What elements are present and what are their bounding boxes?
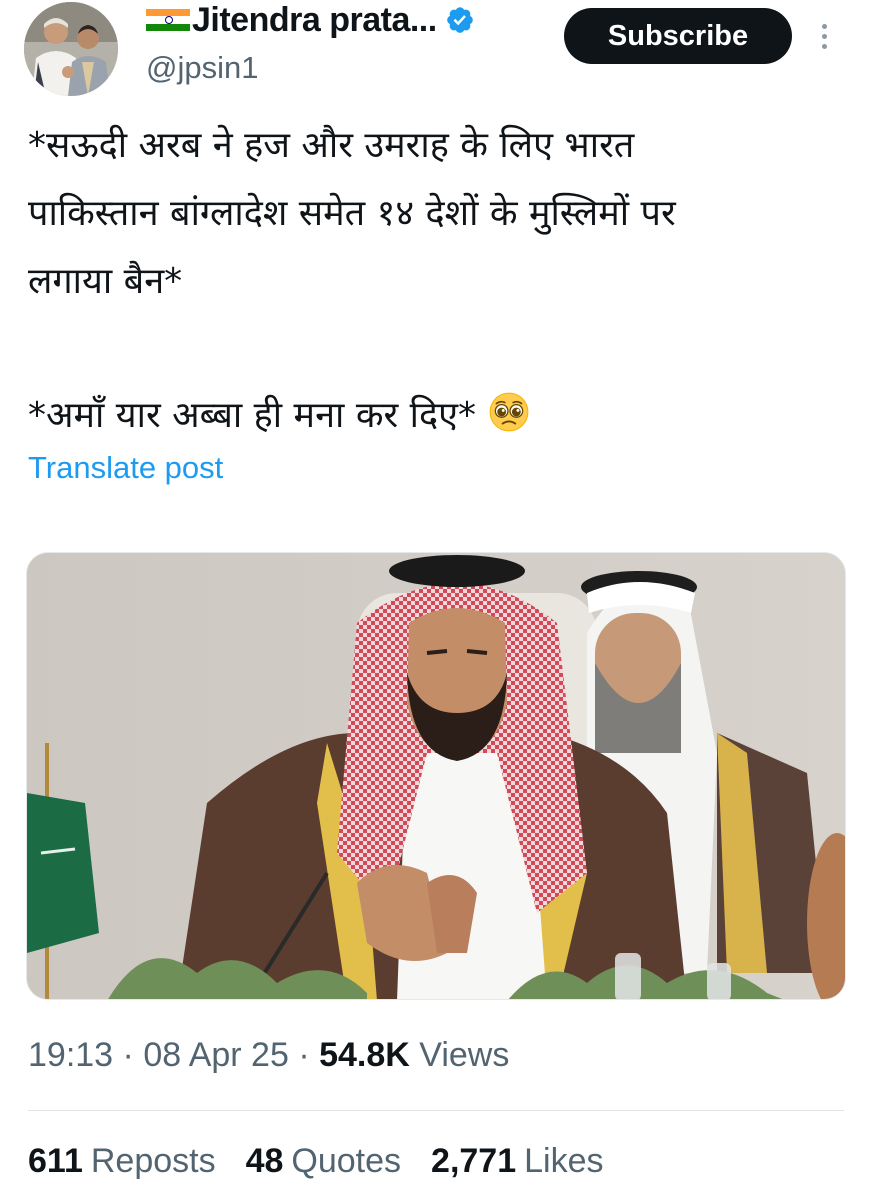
more-options-icon[interactable]	[812, 16, 836, 56]
photo-image	[27, 553, 845, 999]
reposts-count: 611	[28, 1142, 83, 1180]
likes-label: Likes	[524, 1142, 604, 1180]
tweet-text-line: पाकिस्तान बांग्लादेश समेत १४ देशों के मु…	[28, 193, 676, 234]
subscribe-button[interactable]: Subscribe	[564, 8, 792, 64]
quotes-count: 48	[245, 1142, 284, 1180]
india-flag-icon	[146, 9, 190, 31]
tweet-text-line: लगाया बैन*	[28, 261, 183, 302]
verified-badge-icon	[446, 7, 473, 33]
tweet-detail: Jitendra prata... @jpsin1 Subscribe *सऊद…	[0, 0, 872, 1200]
tweet-meta: 19:13 · 08 Apr 25 · 54.8K Views	[28, 1036, 509, 1075]
engagement-stats: 611 Reposts 48 Quotes 2,771 Likes	[28, 1142, 604, 1181]
likes-stat[interactable]: 2,771 Likes	[431, 1142, 603, 1181]
views-label: Views	[419, 1036, 510, 1074]
pleading-face-emoji-icon	[489, 392, 529, 432]
reposts-stat[interactable]: 611 Reposts	[28, 1142, 216, 1181]
tweet-time[interactable]: 19:13	[28, 1036, 113, 1074]
tweet-text-line: *सऊदी अरब ने हज और उमराह के लिए भारत	[28, 125, 635, 166]
tweet-text-span: *अमाँ यार अब्बा ही मना कर दिए*	[28, 395, 476, 436]
meta-separator: ·	[113, 1036, 144, 1074]
author-handle[interactable]: @jpsin1	[146, 50, 258, 86]
views-count: 54.8K	[319, 1036, 410, 1074]
translate-post-link[interactable]: Translate post	[28, 450, 223, 486]
quotes-stat[interactable]: 48 Quotes	[246, 1142, 401, 1181]
meta-separator: ·	[288, 1036, 320, 1074]
tweet-text-line: *अमाँ यार अब्बा ही मना कर दिए*	[28, 382, 848, 450]
divider	[28, 1110, 844, 1111]
tweet-photo[interactable]	[26, 552, 846, 1000]
tweet-date[interactable]: 08 Apr 25	[143, 1036, 289, 1074]
author-display-name[interactable]: Jitendra prata...	[192, 1, 437, 40]
tweet-text: *सऊदी अरब ने हज और उमराह के लिए भारत पाक…	[28, 112, 848, 450]
quotes-label: Quotes	[291, 1142, 402, 1180]
avatar-image	[24, 2, 118, 96]
avatar[interactable]	[24, 2, 118, 96]
author-name-row[interactable]: Jitendra prata...	[146, 0, 475, 40]
likes-count: 2,771	[431, 1142, 517, 1180]
reposts-label: Reposts	[90, 1142, 216, 1180]
